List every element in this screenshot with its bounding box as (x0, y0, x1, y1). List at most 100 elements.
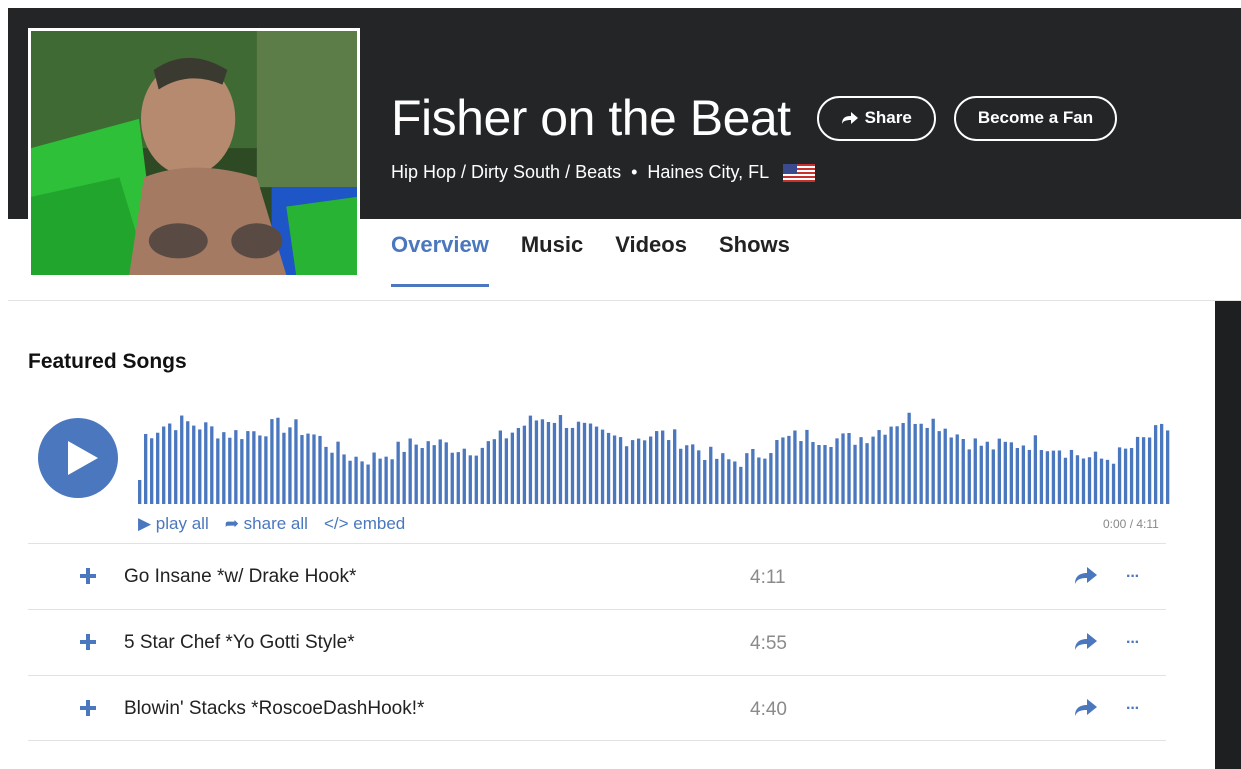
tab-shows[interactable]: Shows (719, 232, 790, 287)
waveform-bar (612, 435, 617, 504)
waveform-bar (1123, 448, 1128, 504)
waveform-bar (168, 423, 172, 504)
waveform-bar (1093, 451, 1098, 504)
artist-location[interactable]: Haines City, FL (647, 162, 769, 183)
waveform-bar (793, 430, 797, 504)
waveform-bar (156, 432, 160, 504)
waveform-bar (462, 448, 466, 504)
waveform-bar (624, 446, 629, 504)
share-arrow-icon[interactable] (1074, 632, 1098, 652)
artist-genres[interactable]: Hip Hop / Dirty South / Beats (391, 162, 621, 183)
waveform-bar (564, 427, 569, 504)
waveform-bar (354, 456, 358, 504)
waveform-bar (396, 441, 400, 504)
waveform-bar (528, 415, 533, 504)
waveform-bar (961, 439, 965, 504)
embed-link[interactable]: </> embed (324, 514, 405, 534)
waveform-bar (835, 438, 839, 504)
become-a-fan-button[interactable]: Become a Fan (953, 95, 1118, 141)
waveform-bar (661, 430, 665, 504)
waveform-bar (150, 438, 154, 504)
waveform-bar (847, 433, 851, 504)
waveform-bar (402, 451, 406, 504)
tab-videos[interactable]: Videos (615, 232, 687, 287)
artist-name: Fisher on the Beat (391, 90, 791, 146)
waveform-bar (925, 427, 929, 504)
waveform-bar (775, 440, 779, 504)
play-all-link[interactable]: ▶ play all (138, 514, 209, 534)
waveform-bar (540, 419, 545, 504)
waveform-bar (1003, 441, 1007, 504)
waveform-bar (1117, 447, 1122, 504)
tab-music[interactable]: Music (521, 232, 583, 287)
waveform-bar (841, 433, 845, 504)
song-row[interactable]: 5 Star Chef *Yo Gotti Style* 4:55 ··· (28, 609, 1166, 675)
waveform-bar (949, 437, 953, 504)
waveform-bar (450, 452, 454, 504)
share-arrow-icon[interactable] (1074, 698, 1098, 718)
artist-meta: Hip Hop / Dirty South / Beats • Haines C… (391, 162, 816, 183)
waveform-bar (1063, 457, 1068, 504)
song-duration: 4:11 (750, 567, 786, 588)
waveform-bar (1075, 455, 1080, 504)
more-options-icon[interactable]: ··· (1126, 568, 1140, 586)
waveform-bar (1015, 448, 1020, 504)
waveform-bar (630, 440, 635, 504)
waveform-bar (871, 436, 875, 504)
waveform-bar (444, 442, 448, 504)
share-all-link[interactable]: ➦ share all (225, 514, 308, 534)
waveform-bar (943, 428, 947, 504)
waveform-bar (372, 452, 376, 504)
tab-overview[interactable]: Overview (391, 232, 489, 287)
waveform-bar (1159, 423, 1164, 504)
song-title[interactable]: Go Insane *w/ Drake Hook* (124, 566, 356, 588)
waveform-bar (667, 440, 671, 504)
waveform-bar (829, 446, 833, 504)
waveform-bar (570, 427, 575, 504)
player-controls: ▶ play all ➦ share all </> embed (138, 514, 405, 534)
waveform[interactable] (138, 408, 1172, 504)
waveform-bar (991, 449, 995, 504)
waveform-bar (1153, 425, 1158, 504)
meta-separator: • (631, 162, 638, 182)
waveform-bar (138, 480, 142, 504)
waveform-bar (384, 456, 388, 504)
play-button[interactable] (38, 418, 118, 498)
share-button-label: Share (864, 108, 912, 127)
waveform-bar (703, 459, 707, 504)
more-options-icon[interactable]: ··· (1126, 634, 1140, 652)
waveform-bar (438, 439, 442, 504)
artist-title-row: Fisher on the Beat Share Become a Fan (391, 88, 1118, 148)
more-options-icon[interactable]: ··· (1126, 700, 1140, 718)
waveform-bar (300, 435, 304, 504)
waveform-bar (492, 439, 496, 504)
scrollbar-track[interactable] (1215, 301, 1241, 769)
waveform-bar (913, 423, 917, 504)
waveform-bar (498, 430, 503, 504)
waveform-bar (1105, 459, 1110, 504)
waveform-bar (1021, 445, 1026, 504)
song-row[interactable]: Go Insane *w/ Drake Hook* 4:11 ··· (28, 543, 1166, 609)
waveform-bar (516, 427, 521, 504)
waveform-bar (642, 440, 647, 504)
waveform-bar (895, 426, 899, 504)
song-title[interactable]: Blowin' Stacks *RoscoeDashHook!* (124, 698, 424, 720)
waveform-bar (1051, 450, 1056, 504)
song-row[interactable]: Blowin' Stacks *RoscoeDashHook!* 4:40 ··… (28, 675, 1166, 741)
song-title[interactable]: 5 Star Chef *Yo Gotti Style* (124, 632, 355, 654)
waveform-bar (606, 432, 611, 504)
share-arrow-icon (841, 112, 858, 124)
waveform-bar (534, 420, 539, 504)
waveform-bar (162, 426, 166, 504)
share-arrow-icon[interactable] (1074, 566, 1098, 586)
add-song-icon[interactable] (78, 566, 98, 586)
waveform-bar (648, 436, 653, 504)
waveform-bar (865, 443, 869, 504)
waveform-bar (474, 455, 478, 504)
share-button[interactable]: Share (816, 95, 936, 141)
waveform-bar (456, 452, 460, 504)
waveform-bar (288, 427, 292, 504)
waveform-bar (546, 422, 551, 504)
add-song-icon[interactable] (78, 698, 98, 718)
add-song-icon[interactable] (78, 632, 98, 652)
